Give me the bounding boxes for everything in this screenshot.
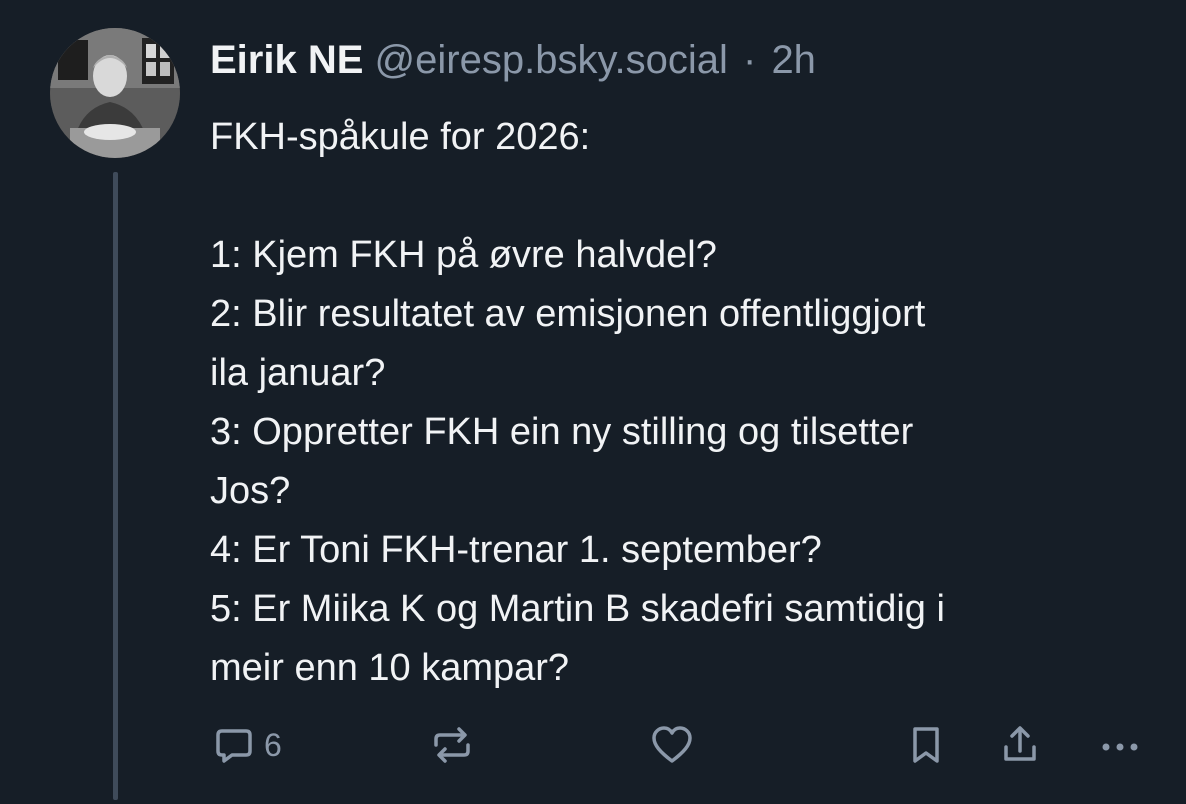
like-button[interactable] <box>650 718 694 772</box>
post-text-line: 5: Er Miika K og Martin B skadefri samti… <box>210 588 945 630</box>
post-card: Eirik NE @eiresp.bsky.social · 2h FKH-sp… <box>0 0 1186 804</box>
post-text: FKH-spåkule for 2026: 1: Kjem FKH på øvr… <box>210 108 1150 698</box>
share-icon <box>1004 726 1036 761</box>
post-text-line: 1: Kjem FKH på øvre halvdel? <box>210 234 717 276</box>
repost-button[interactable] <box>430 718 474 772</box>
author-handle[interactable]: @eiresp.bsky.social <box>375 38 728 82</box>
bookmark-button[interactable] <box>908 718 944 772</box>
avatar[interactable] <box>50 28 180 158</box>
repost-icon <box>434 727 470 763</box>
post-text-line: FKH-spåkule for 2026: <box>210 116 591 158</box>
post-timestamp[interactable]: 2h <box>771 38 816 82</box>
share-button[interactable] <box>1000 718 1040 772</box>
separator-dot: · <box>742 38 757 82</box>
post-text-line <box>210 167 1150 226</box>
bookmark-icon <box>913 727 939 763</box>
post-text-line: 3: Oppretter FKH ein ny stilling og tils… <box>210 411 914 453</box>
post-header: Eirik NE @eiresp.bsky.social · 2h <box>210 36 816 84</box>
reply-button[interactable]: 6 <box>214 718 282 772</box>
post-text-line: 2: Blir resultatet av emisjonen offentli… <box>210 293 926 335</box>
post-actions: 6 <box>210 718 1150 772</box>
post-text-line: 4: Er Toni FKH-trenar 1. september? <box>210 529 822 571</box>
reply-icon <box>216 729 252 763</box>
reply-count: 6 <box>264 726 282 763</box>
thread-line <box>113 172 118 800</box>
post-text-line: meir enn 10 kampar? <box>210 647 570 689</box>
more-options-button[interactable] <box>1098 718 1142 772</box>
more-icon <box>1102 743 1138 751</box>
post-text-line: ila januar? <box>210 352 386 394</box>
avatar-photo <box>50 28 180 158</box>
post-text-line: Jos? <box>210 470 291 512</box>
author-display-name[interactable]: Eirik NE <box>210 38 363 82</box>
like-icon <box>652 726 692 763</box>
